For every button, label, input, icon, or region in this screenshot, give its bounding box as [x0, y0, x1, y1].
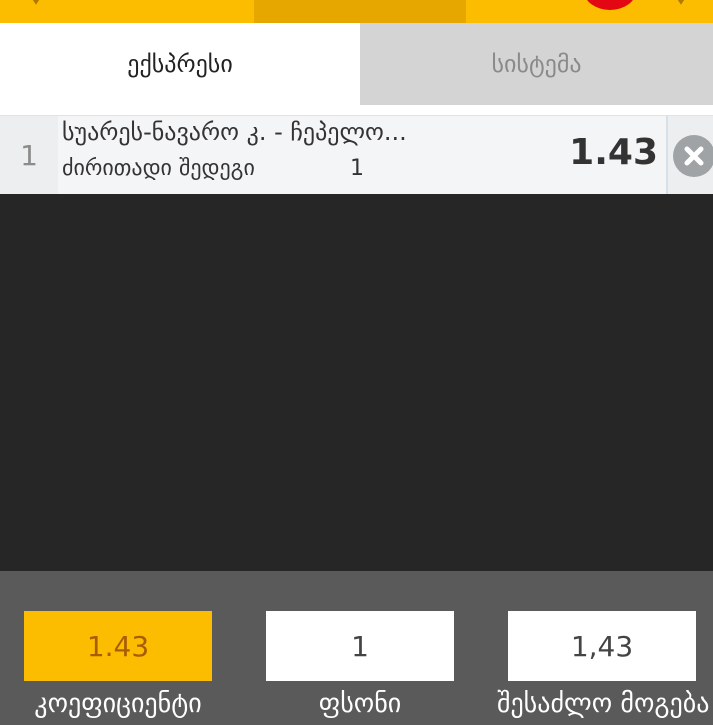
- tab-express[interactable]: ექსპრესი: [0, 23, 360, 105]
- bet-index: 1: [0, 116, 59, 194]
- bet-type-tabs: ექსპრესი სისტემა: [0, 23, 713, 105]
- bet-slip-row: 1 სუარეს-ნავარო კ. - ჩეპელო... ძირითადი …: [0, 115, 713, 194]
- chevron-down-icon[interactable]: [30, 0, 42, 6]
- coefficient-label: კოეფიციენტი: [34, 689, 202, 719]
- market-name: ძირითადი შედეგი: [62, 156, 255, 181]
- bet-summary-panel: 1.43 1 1,43 კოეფიციენტი ფსონი შესაძლო მო…: [0, 571, 713, 725]
- outcome-value: 1: [350, 156, 364, 181]
- tab-system[interactable]: სისტემა: [360, 23, 713, 105]
- stake-label: ფსონი: [318, 689, 402, 719]
- possible-win-label: შესაძლო მოგება: [497, 689, 710, 719]
- match-name: სუარეს-ნავარო კ. - ჩეპელო...: [62, 118, 407, 146]
- top-bar: [0, 0, 713, 23]
- bet-odds: 1.43: [569, 132, 658, 173]
- top-bar-active-segment[interactable]: [254, 0, 466, 23]
- stake-input[interactable]: 1: [266, 611, 454, 681]
- bet-row-separator: [666, 116, 668, 194]
- tab-divider: [0, 105, 713, 115]
- close-icon: [684, 146, 704, 166]
- bet-details: სუარეს-ნავარო კ. - ჩეპელო... ძირითადი შე…: [58, 116, 666, 194]
- coefficient-field: 1.43: [24, 611, 212, 681]
- possible-win-field: 1,43: [508, 611, 696, 681]
- notification-badge[interactable]: [584, 0, 636, 10]
- chevron-down-icon[interactable]: [675, 0, 687, 6]
- remove-bet-button[interactable]: [673, 135, 713, 177]
